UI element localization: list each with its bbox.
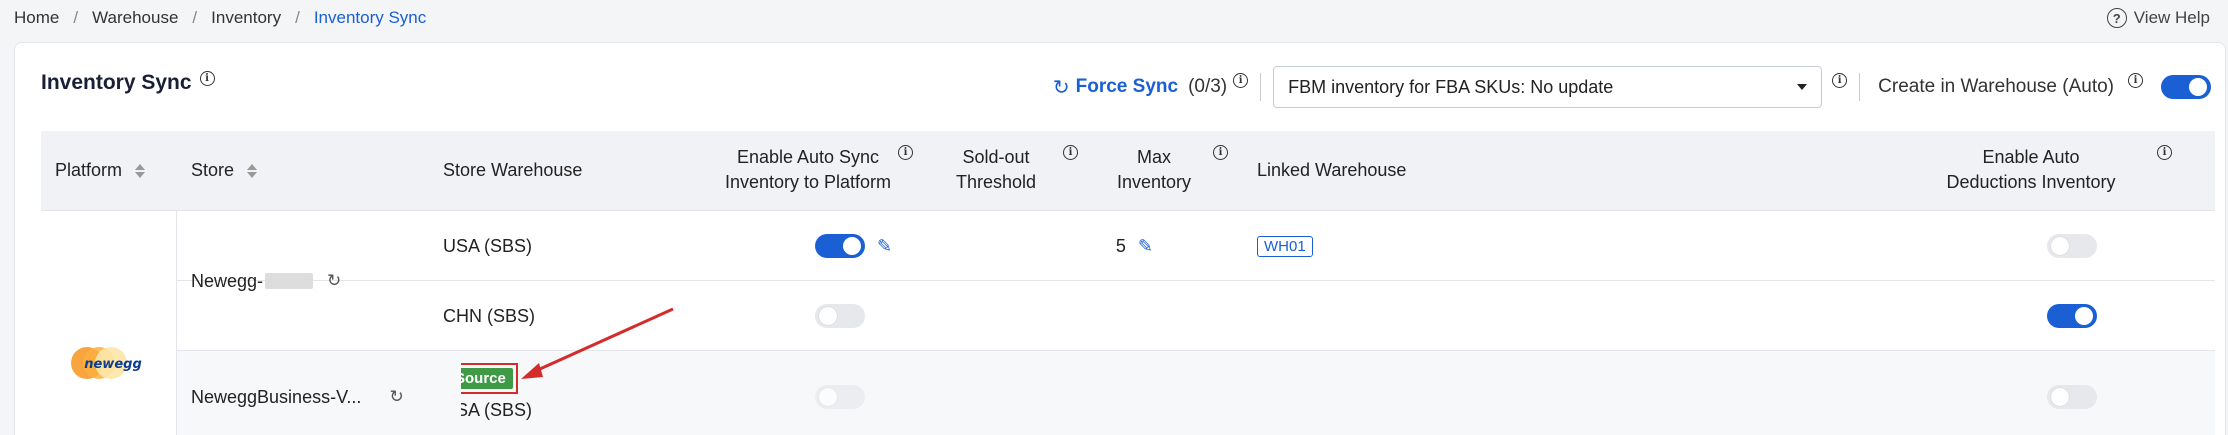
auto-deduct-cell	[2047, 351, 2097, 435]
table-header: Platform Store Store Warehouse Enable Au…	[41, 131, 2215, 211]
auto-sync-cell	[815, 351, 865, 435]
store-name: Newegg-	[191, 270, 264, 291]
breadcrumb-separator: /	[73, 8, 79, 27]
toolbar-divider	[1859, 73, 1861, 101]
col-max-inventory: Max Inventory	[1116, 147, 1192, 192]
help-icon: ?	[2106, 8, 2127, 28]
breadcrumb-separator: /	[295, 8, 300, 27]
breadcrumb-warehouse[interactable]: Warehouse	[92, 8, 178, 28]
breadcrumb-separator: /	[192, 8, 198, 27]
auto-sync-toggle[interactable]	[815, 304, 865, 328]
store-cell: NeweggBusiness-V... ↻	[191, 351, 461, 435]
col-auto-sync: Enable Auto Sync Inventory to Platform	[724, 147, 892, 192]
table-row: CHN (SBS)	[177, 281, 2215, 351]
breadcrumb: Home / Warehouse / Inventory / Inventory…	[14, 6, 426, 30]
breadcrumb-current: Inventory Sync	[313, 8, 427, 27]
refresh-icon[interactable]: ↻	[327, 271, 341, 291]
toolbar-divider	[1260, 73, 1262, 101]
col-soldout-threshold: Sold-out Threshold	[955, 147, 1037, 192]
auto-sync-toggle[interactable]	[815, 234, 865, 258]
auto-sync-cell: ✎	[815, 211, 892, 281]
col-store-warehouse: Store Warehouse	[443, 160, 583, 180]
auto-sync-info-icon[interactable]: i	[898, 145, 913, 160]
auto-deduct-cell	[2047, 281, 2097, 351]
fbm-select-value: FBM inventory for FBA SKUs: No update	[1288, 76, 1614, 97]
breadcrumb-home[interactable]: Home	[14, 8, 59, 28]
page-title-text: Inventory Sync	[41, 71, 192, 94]
table-body: newegg USA (SBS) ✎ 5 ✎ 10 ✎	[41, 211, 2215, 435]
table-row: USA (SBS) ✎ 5 ✎ 10 ✎ WH01	[177, 211, 2215, 281]
force-sync-info-icon[interactable]: i	[1233, 72, 1249, 88]
warehouse-badge[interactable]: WH01	[1257, 235, 1313, 257]
edit-pencil-icon[interactable]: ✎	[1138, 236, 1153, 257]
force-sync-count: (0/3)	[1188, 76, 1228, 97]
refresh-icon[interactable]: ↻	[389, 387, 403, 407]
store-cell: Newegg- ↻	[191, 211, 341, 351]
soldout-info-icon[interactable]: i	[1063, 145, 1078, 160]
force-sync-button[interactable]: ↻ Force Sync	[1053, 75, 1178, 100]
store-name: NeweggBusiness-V...	[191, 386, 362, 407]
breadcrumb-inventory[interactable]: Inventory	[211, 8, 281, 28]
platform-cell: newegg	[41, 211, 177, 435]
col-platform[interactable]: Platform	[55, 158, 146, 183]
info-icon[interactable]: i	[199, 70, 215, 86]
fbm-inventory-select[interactable]: FBM inventory for FBA SKUs: No update	[1273, 66, 1823, 108]
force-sync-label: Force Sync	[1075, 76, 1179, 97]
inventory-sync-card: Inventory Sync i ↻ Force Sync (0/3) i FB…	[14, 42, 2226, 435]
col-store[interactable]: Store	[191, 158, 258, 183]
create-in-warehouse-toggle[interactable]	[2161, 75, 2211, 99]
inventory-sync-table: Platform Store Store Warehouse Enable Au…	[41, 131, 2215, 435]
svg-text:newegg: newegg	[84, 357, 142, 372]
newegg-logo: newegg	[71, 347, 142, 379]
sort-icon[interactable]	[135, 164, 146, 179]
fbm-info-icon[interactable]: i	[1832, 72, 1848, 88]
auto-deduct-cell	[2047, 211, 2097, 281]
sort-icon[interactable]	[247, 164, 258, 179]
view-help-label: View Help	[2133, 8, 2210, 27]
edit-pencil-icon[interactable]: ✎	[877, 236, 892, 257]
view-help-link[interactable]: ? View Help	[2106, 6, 2210, 30]
create-in-warehouse-label: Create in Warehouse (Auto)	[1878, 76, 2114, 97]
col-linked-warehouse: Linked Warehouse	[1257, 160, 1407, 180]
table-row: Source USA (SBS)	[177, 351, 2215, 435]
auto-deduct-toggle[interactable]	[2047, 385, 2097, 409]
auto-deduct-toggle[interactable]	[2047, 234, 2097, 258]
redacted-text	[265, 273, 314, 289]
linked-warehouse-cell: WH01	[1257, 211, 1313, 281]
auto-sync-cell	[815, 281, 865, 351]
sync-icon: ↻	[1052, 76, 1070, 99]
page-title: Inventory Sync i	[41, 70, 215, 95]
col-auto-deduct: Enable Auto Deductions Inventory	[1946, 147, 2116, 192]
max-info-icon[interactable]: i	[1213, 145, 1228, 160]
annotation-arrow-icon	[521, 307, 674, 379]
caret-down-icon	[1797, 84, 1808, 90]
create-info-icon[interactable]: i	[2128, 72, 2143, 88]
toolbar: ↻ Force Sync (0/3) i FBM inventory for F…	[1053, 65, 2211, 109]
auto-deduct-info-icon[interactable]: i	[2157, 145, 2172, 160]
store-warehouse-cell: USA (SBS)	[443, 235, 533, 256]
auto-deduct-toggle[interactable]	[2047, 304, 2097, 328]
soldout-cell: 5 ✎	[1115, 235, 1153, 257]
auto-sync-toggle[interactable]	[815, 385, 865, 409]
